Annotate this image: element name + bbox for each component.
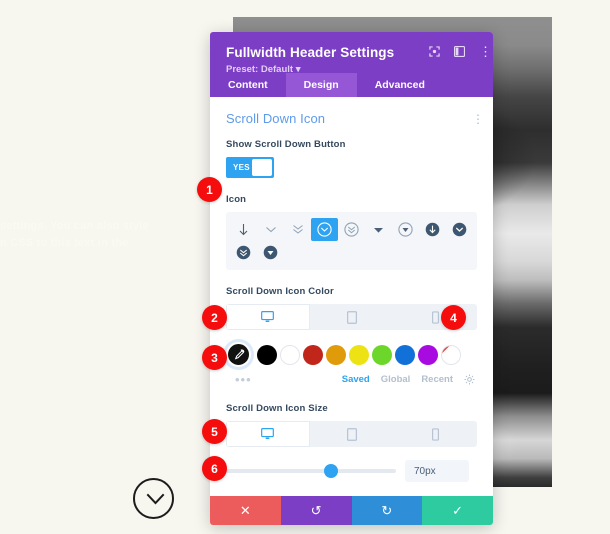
swatch-white[interactable]: [280, 344, 300, 365]
icon-option-caret-down-solid[interactable]: [365, 218, 392, 241]
expand-icon[interactable]: [429, 46, 440, 57]
phone-icon: [431, 427, 439, 441]
show-scroll-down-toggle[interactable]: YES: [226, 157, 274, 178]
icon-option-chevron-down-circle-solid[interactable]: [446, 218, 473, 241]
fullwidth-header-settings-modal: Fullwidth Header Settings Preset: Defaul…: [210, 32, 493, 525]
swatch-transparent[interactable]: [441, 344, 461, 365]
icon-option-caret-down-circle-outline[interactable]: [392, 218, 419, 241]
swatch-red[interactable]: [303, 344, 323, 365]
save-button[interactable]: ✓: [422, 496, 493, 525]
color-tab-saved[interactable]: Saved: [342, 374, 370, 385]
show-scroll-down-label: Show Scroll Down Button: [226, 139, 346, 150]
swatch-purple[interactable]: [418, 344, 438, 365]
color-tab-global[interactable]: Global: [381, 374, 411, 385]
tab-design[interactable]: Design: [285, 73, 357, 97]
icon-option-arrow-down-circle-solid[interactable]: [419, 218, 446, 241]
more-colors-button[interactable]: •••: [235, 372, 252, 387]
color-meta-row: ••• Saved Global Recent: [226, 372, 477, 387]
icon-option-arrow-down[interactable]: [230, 218, 257, 241]
eyedropper-button[interactable]: [226, 342, 251, 367]
icon-size-desktop-tab[interactable]: [226, 421, 310, 447]
undo-button[interactable]: ↺: [280, 496, 352, 525]
icon-option-double-chevron-down-circle-solid[interactable]: [230, 241, 257, 264]
icon-option-double-chevron-down-circle-outline[interactable]: [338, 218, 365, 241]
icon-size-slider-row: 70px: [226, 460, 477, 482]
modal-tabs: Content Design Advanced: [210, 73, 493, 97]
cancel-button[interactable]: ✕: [210, 496, 281, 525]
annotation-badge-4: 4: [441, 305, 466, 330]
desktop-icon: [261, 428, 275, 439]
caret-down-icon: ▾: [295, 64, 301, 75]
color-palette-tabs: Saved Global Recent: [342, 374, 475, 385]
modal-header: Fullwidth Header Settings Preset: Defaul…: [210, 32, 493, 75]
icon-size-tablet-tab[interactable]: [310, 421, 394, 447]
toggle-value-label: YES: [233, 163, 250, 172]
swatch-orange[interactable]: [326, 344, 346, 365]
section-title[interactable]: Scroll Down Icon: [226, 111, 325, 126]
screenshot-root: settings. You can also style n CSS to th…: [0, 0, 610, 534]
icon-option-chevron-down-thin[interactable]: [257, 218, 284, 241]
phone-icon: [431, 310, 439, 324]
swatch-green[interactable]: [372, 344, 392, 365]
icon-size-label: Scroll Down Icon Size: [226, 403, 328, 414]
color-swatch-row: [226, 342, 477, 367]
swatch-blue[interactable]: [395, 344, 415, 365]
modal-preset-selector[interactable]: Preset: Default ▾: [226, 64, 479, 75]
icon-color-tablet-tab[interactable]: [310, 304, 394, 330]
icon-size-slider[interactable]: [226, 464, 396, 478]
annotation-badge-1: 1: [197, 177, 222, 202]
redo-button[interactable]: ↻: [351, 496, 423, 525]
kebab-menu-icon[interactable]: ⋮: [479, 45, 492, 58]
toggle-knob: [252, 159, 272, 176]
slider-handle[interactable]: [324, 464, 338, 478]
icon-picker-grid: [226, 212, 477, 270]
color-tab-recent[interactable]: Recent: [421, 374, 453, 385]
icon-field-label: Icon: [226, 194, 247, 205]
tablet-icon: [346, 310, 357, 324]
annotation-badge-3: 3: [202, 345, 227, 370]
tablet-icon: [346, 427, 357, 441]
tab-content[interactable]: Content: [210, 73, 286, 97]
desktop-icon: [261, 311, 275, 322]
gear-icon[interactable]: [464, 374, 475, 385]
annotation-badge-5: 5: [202, 419, 227, 444]
modal-header-actions: ⋮: [429, 45, 492, 58]
eyedropper-icon: [234, 349, 245, 360]
icon-option-caret-down-circle-solid[interactable]: [257, 241, 284, 264]
icon-size-value-input[interactable]: 70px: [405, 460, 469, 482]
section-header: Scroll Down Icon ⋮: [226, 111, 484, 126]
layout-icon[interactable]: [454, 46, 465, 57]
scroll-down-button-preview[interactable]: [133, 478, 174, 519]
swatch-black[interactable]: [257, 344, 277, 365]
icon-option-chevron-down-circle-outline[interactable]: [311, 218, 338, 241]
section-kebab-icon[interactable]: ⋮: [472, 113, 484, 125]
icon-color-label: Scroll Down Icon Color: [226, 286, 334, 297]
icon-option-double-chevron-down[interactable]: [284, 218, 311, 241]
icon-size-phone-tab[interactable]: [393, 421, 477, 447]
annotation-badge-2: 2: [202, 305, 227, 330]
icon-color-device-tabs: [226, 304, 477, 330]
annotation-badge-6: 6: [202, 456, 227, 481]
modal-body: Scroll Down Icon ⋮ Show Scroll Down Butt…: [210, 97, 493, 482]
icon-size-device-tabs: [226, 421, 477, 447]
modal-footer: ✕ ↺ ↻ ✓: [210, 496, 493, 525]
background-paragraph: settings. You can also style n CSS to th…: [0, 220, 149, 249]
swatch-yellow[interactable]: [349, 344, 369, 365]
icon-color-desktop-tab[interactable]: [226, 304, 310, 330]
tab-advanced[interactable]: Advanced: [357, 73, 443, 97]
